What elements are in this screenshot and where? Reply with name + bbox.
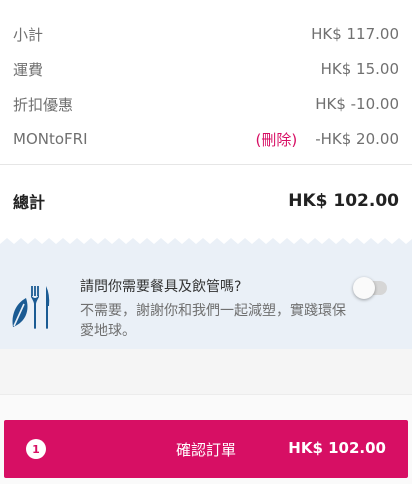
summary-divider — [0, 164, 412, 165]
subtotal-row: 小計 HK$ 117.00 — [13, 22, 399, 46]
delivery-fee-row: 運費 HK$ 15.00 — [13, 57, 399, 81]
spacer-band — [0, 349, 412, 394]
cutlery-leaf-icon — [12, 286, 50, 329]
voucher-code: MONtoFRI — [13, 130, 88, 148]
cutlery-description: 不需要，謝謝你和我們一起減塑，實踐環保愛地球。 — [80, 303, 346, 339]
voucher-value: -HK$ 20.00 — [315, 130, 399, 148]
cutlery-opt-in-banner: 請問你需要餐具及飲管嗎? 不需要，謝謝你和我們一起減塑，實踐環保愛地球。 — [0, 264, 412, 349]
toggle-knob — [353, 277, 375, 299]
receipt-zigzag-edge — [0, 238, 412, 264]
delivery-fee-value: HK$ 15.00 — [320, 60, 399, 78]
confirm-order-button[interactable]: 1 確認訂單 HK$ 102.00 — [4, 420, 408, 478]
discount-label: 折扣優惠 — [13, 95, 74, 114]
total-label: 總計 — [13, 193, 46, 212]
subtotal-value: HK$ 117.00 — [311, 25, 399, 43]
subtotal-label: 小計 — [13, 25, 44, 44]
total-row: 總計 HK$ 102.00 — [13, 188, 399, 214]
confirm-order-total: HK$ 102.00 — [288, 439, 386, 457]
voucher-right-group: (刪除) -HK$ 20.00 — [255, 129, 399, 150]
remove-voucher-button[interactable]: (刪除) — [255, 129, 297, 150]
order-summary: 小計 HK$ 117.00 運費 HK$ 15.00 折扣優惠 HK$ -10.… — [0, 0, 412, 165]
total-value: HK$ 102.00 — [288, 191, 399, 211]
voucher-row: MONtoFRI (刪除) -HK$ 20.00 — [13, 127, 399, 151]
delivery-fee-label: 運費 — [13, 60, 44, 79]
discount-row: 折扣優惠 HK$ -10.00 — [13, 92, 399, 116]
cutlery-toggle[interactable] — [353, 277, 387, 299]
cutlery-question: 請問你需要餐具及飲管嗎? — [80, 279, 242, 295]
discount-value: HK$ -10.00 — [315, 95, 399, 113]
